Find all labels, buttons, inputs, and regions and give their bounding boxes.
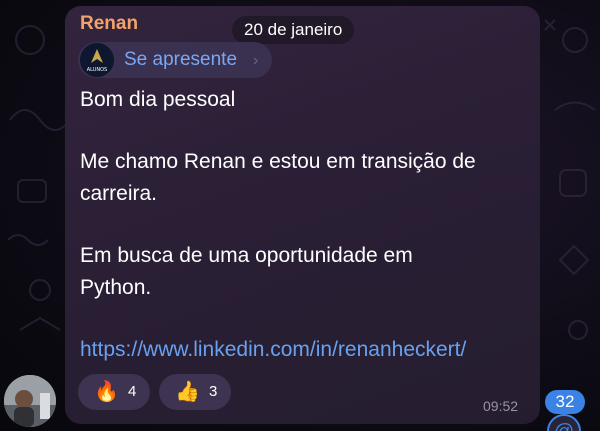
sender-avatar[interactable] <box>4 375 56 427</box>
chat-background: Renan 20 de janeiro ALUNOS Se apresente … <box>0 0 600 431</box>
topic-logo-icon: ALUNOS <box>80 43 114 77</box>
topic-label[interactable]: Se apresente <box>124 49 237 71</box>
date-separator: 20 de janeiro <box>232 16 355 44</box>
topic-logo-text: ALUNOS <box>87 67 107 73</box>
message-time: 09:52 <box>483 398 519 414</box>
message-line: carreira. <box>80 182 158 205</box>
fire-icon: 🔥 <box>94 381 119 403</box>
reaction-thumbs-up[interactable]: 👍 3 <box>159 374 231 410</box>
linkedin-link[interactable]: https://www.linkedin.com/in/renanheckert… <box>80 338 466 362</box>
topic-avatar: ALUNOS <box>80 43 114 77</box>
sender-name[interactable]: Renan <box>80 13 138 35</box>
message-line: Me chamo Renan e estou em transição de <box>80 150 476 173</box>
thumbs-up-icon: 👍 <box>175 381 200 403</box>
reaction-fire[interactable]: 🔥 4 <box>78 374 150 410</box>
chevron-right-icon: › <box>253 52 259 69</box>
message-line: Bom dia pessoal <box>80 88 236 111</box>
message-line: Python. <box>80 276 152 299</box>
unread-count-badge[interactable]: 32 <box>545 390 585 414</box>
message-line: Em busca de uma oportunidade em <box>80 244 413 267</box>
sender-photo <box>4 375 56 427</box>
reaction-count: 4 <box>128 383 137 400</box>
reaction-count: 3 <box>209 383 218 400</box>
